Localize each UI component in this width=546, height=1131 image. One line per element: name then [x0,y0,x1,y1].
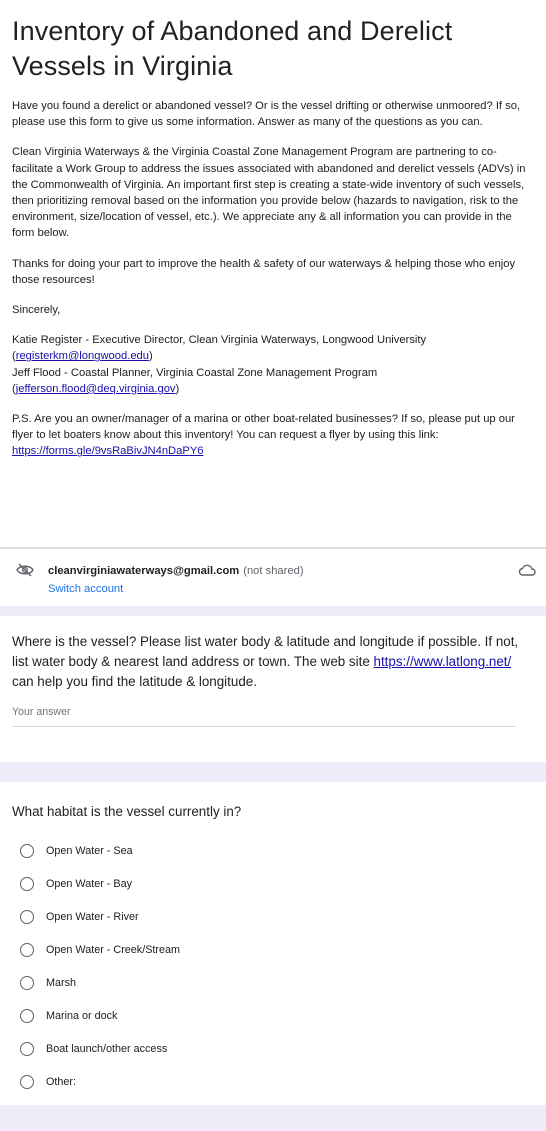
form-description: Have you found a derelict or abandoned v… [12,98,534,460]
thanks-paragraph: Thanks for doing your part to improve th… [12,257,516,286]
question-location-title: Where is the vessel? Please list water b… [12,632,534,692]
question-location-text-end: can help you find the latitude & longitu… [12,674,257,689]
option-open-water-sea[interactable]: Open Water - Sea [12,834,534,867]
radio-button[interactable] [20,1041,34,1056]
ps-paragraph: P.S. Are you an owner/manager of a marin… [12,411,534,460]
radio-button[interactable] [20,876,34,891]
option-label: Marina or dock [46,1009,118,1022]
option-label: Open Water - Sea [46,844,133,857]
option-label: Open Water - River [46,910,139,923]
form-page: Inventory of Abandoned and Derelict Vess… [0,0,546,1105]
option-label: Other: [46,1075,77,1088]
radio-button[interactable] [20,1008,34,1023]
radio-button[interactable] [20,909,34,924]
intro-paragraph: Have you found a derelict or abandoned v… [12,100,521,129]
email-link-katie[interactable]: registerkm@longwood.edu [16,350,149,362]
signature-1: Katie Register - Executive Director, Cle… [12,334,427,347]
form-title: Inventory of Abandoned and Derelict Vess… [12,16,453,81]
radio-button[interactable] [20,1074,34,1089]
not-shared-eye-icon [16,563,34,577]
question-location-card: Where is the vessel? Please list water b… [0,616,546,762]
radio-button[interactable] [20,942,34,957]
option-other[interactable]: Other: [12,1065,534,1098]
not-shared-label: (not shared) [243,565,304,577]
question-habitat-card: What habitat is the vessel currently in?… [0,782,546,1105]
cloud-save-icon [518,564,536,576]
form-header-card: Inventory of Abandoned and Derelict Vess… [0,0,546,548]
option-label: Marsh [46,976,76,989]
option-open-water-bay[interactable]: Open Water - Bay [12,867,534,900]
radio-button[interactable] [20,975,34,990]
flyer-request-link[interactable]: https://forms.gle/9vsRaBivJN4nDaPY6 [12,445,204,457]
account-email: cleanvirginiawaterways@gmail.com [48,565,240,577]
partnership-paragraph: Clean Virginia Waterways & the Virginia … [12,146,526,240]
option-label: Open Water - Creek/Stream [46,943,181,956]
option-boat-launch[interactable]: Boat launch/other access [12,1032,534,1065]
radio-button[interactable] [20,843,34,858]
email-link-jeff[interactable]: jefferson.flood@deq.virginia.gov [16,383,176,395]
signature-block: Katie Register - Executive Director, Cle… [12,334,427,395]
option-label: Boat launch/other access [46,1042,168,1055]
latlong-link[interactable]: https://www.latlong.net/ [374,654,512,669]
ps-text: P.S. Are you an owner/manager of a marin… [12,413,515,442]
location-answer-input[interactable]: Your answer [12,706,516,727]
signature-2: Jeff Flood - Coastal Planner, Virginia C… [12,366,378,379]
switch-account-link[interactable]: Switch account [48,583,304,595]
option-marsh[interactable]: Marsh [12,966,534,999]
option-open-water-creek[interactable]: Open Water - Creek/Stream [12,933,534,966]
question-habitat-title: What habitat is the vessel currently in? [12,804,242,819]
closing-line: Sincerely, [12,304,61,317]
option-label: Open Water - Bay [46,877,133,890]
account-bar: cleanvirginiawaterways@gmail.com (not sha… [0,548,546,606]
option-open-water-river[interactable]: Open Water - River [12,900,534,933]
option-marina-dock[interactable]: Marina or dock [12,999,534,1032]
